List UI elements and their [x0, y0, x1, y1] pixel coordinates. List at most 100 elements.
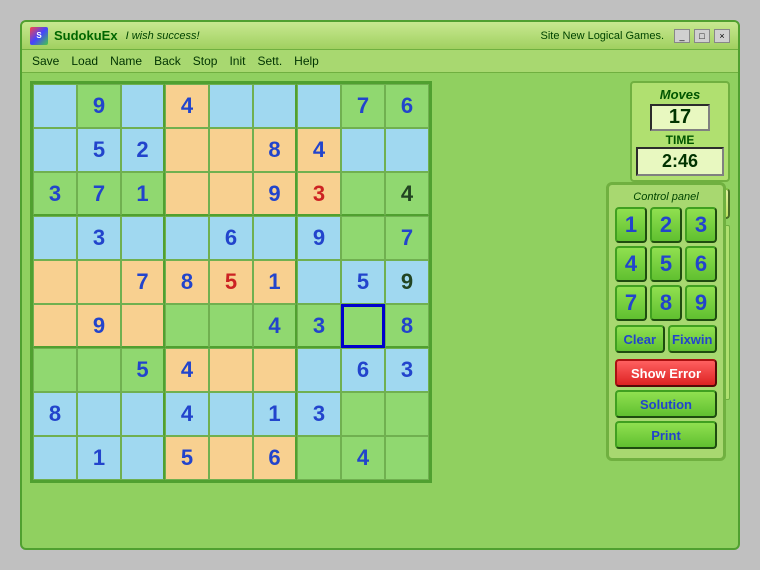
cell-8-0[interactable] [33, 436, 77, 480]
cell-3-0[interactable] [33, 216, 77, 260]
cell-8-7[interactable]: 4 [341, 436, 385, 480]
cell-6-7[interactable]: 6 [341, 348, 385, 392]
cell-5-3[interactable] [165, 304, 209, 348]
cell-1-5[interactable]: 8 [253, 128, 297, 172]
cell-7-1[interactable] [77, 392, 121, 436]
cell-5-0[interactable] [33, 304, 77, 348]
cell-1-8[interactable] [385, 128, 429, 172]
cell-8-1[interactable]: 1 [77, 436, 121, 480]
maximize-button[interactable]: □ [694, 29, 710, 43]
cell-6-4[interactable] [209, 348, 253, 392]
cell-8-2[interactable] [121, 436, 165, 480]
cell-4-5[interactable]: 1 [253, 260, 297, 304]
cell-0-2[interactable] [121, 84, 165, 128]
cell-5-7[interactable] [341, 304, 385, 348]
number-button-8[interactable]: 8 [650, 285, 682, 321]
cell-3-1[interactable]: 3 [77, 216, 121, 260]
menu-init[interactable]: Init [229, 54, 245, 68]
solution-button[interactable]: Solution [615, 390, 717, 418]
cell-8-3[interactable]: 5 [165, 436, 209, 480]
cell-7-2[interactable] [121, 392, 165, 436]
cell-8-4[interactable] [209, 436, 253, 480]
cell-2-3[interactable] [165, 172, 209, 216]
menu-name[interactable]: Name [110, 54, 142, 68]
cell-2-0[interactable]: 3 [33, 172, 77, 216]
cell-8-5[interactable]: 6 [253, 436, 297, 480]
cell-6-6[interactable] [297, 348, 341, 392]
number-button-7[interactable]: 7 [615, 285, 647, 321]
cell-5-2[interactable] [121, 304, 165, 348]
menu-settings[interactable]: Sett. [257, 54, 282, 68]
cell-7-7[interactable] [341, 392, 385, 436]
number-button-5[interactable]: 5 [650, 246, 682, 282]
menu-stop[interactable]: Stop [193, 54, 218, 68]
cell-2-8[interactable]: 4 [385, 172, 429, 216]
cell-3-7[interactable] [341, 216, 385, 260]
cell-1-1[interactable]: 5 [77, 128, 121, 172]
cell-3-6[interactable]: 9 [297, 216, 341, 260]
cell-6-2[interactable]: 5 [121, 348, 165, 392]
clear-button[interactable]: Clear [615, 325, 665, 353]
cell-5-5[interactable]: 4 [253, 304, 297, 348]
cell-3-8[interactable]: 7 [385, 216, 429, 260]
cell-2-1[interactable]: 7 [77, 172, 121, 216]
cell-0-0[interactable] [33, 84, 77, 128]
cell-1-0[interactable] [33, 128, 77, 172]
cell-0-5[interactable] [253, 84, 297, 128]
cell-4-6[interactable] [297, 260, 341, 304]
cell-8-8[interactable] [385, 436, 429, 480]
cell-5-8[interactable]: 8 [385, 304, 429, 348]
number-button-6[interactable]: 6 [685, 246, 717, 282]
cell-0-8[interactable]: 6 [385, 84, 429, 128]
cell-3-3[interactable] [165, 216, 209, 260]
number-button-4[interactable]: 4 [615, 246, 647, 282]
cell-5-6[interactable]: 3 [297, 304, 341, 348]
print-button[interactable]: Print [615, 421, 717, 449]
number-button-1[interactable]: 1 [615, 207, 647, 243]
cell-1-3[interactable] [165, 128, 209, 172]
fixwin-button[interactable]: Fixwin [668, 325, 718, 353]
cell-7-5[interactable]: 1 [253, 392, 297, 436]
cell-7-6[interactable]: 3 [297, 392, 341, 436]
cell-1-4[interactable] [209, 128, 253, 172]
cell-7-3[interactable]: 4 [165, 392, 209, 436]
cell-3-2[interactable] [121, 216, 165, 260]
menu-back[interactable]: Back [154, 54, 181, 68]
cell-1-7[interactable] [341, 128, 385, 172]
cell-7-4[interactable] [209, 392, 253, 436]
cell-6-1[interactable] [77, 348, 121, 392]
cell-0-7[interactable]: 7 [341, 84, 385, 128]
cell-4-1[interactable] [77, 260, 121, 304]
cell-3-5[interactable] [253, 216, 297, 260]
cell-4-3[interactable]: 8 [165, 260, 209, 304]
cell-6-5[interactable] [253, 348, 297, 392]
cell-2-4[interactable] [209, 172, 253, 216]
cell-1-2[interactable]: 2 [121, 128, 165, 172]
menu-save[interactable]: Save [32, 54, 59, 68]
cell-4-8[interactable]: 9 [385, 260, 429, 304]
cell-0-4[interactable] [209, 84, 253, 128]
cell-4-2[interactable]: 7 [121, 260, 165, 304]
menu-load[interactable]: Load [71, 54, 98, 68]
show-error-button[interactable]: Show Error [615, 359, 717, 387]
cell-2-6[interactable]: 3 [297, 172, 341, 216]
number-button-9[interactable]: 9 [685, 285, 717, 321]
cell-4-7[interactable]: 5 [341, 260, 385, 304]
menu-help[interactable]: Help [294, 54, 319, 68]
cell-0-3[interactable]: 4 [165, 84, 209, 128]
cell-5-1[interactable]: 9 [77, 304, 121, 348]
cell-0-6[interactable] [297, 84, 341, 128]
number-button-3[interactable]: 3 [685, 207, 717, 243]
cell-1-6[interactable]: 4 [297, 128, 341, 172]
cell-6-8[interactable]: 3 [385, 348, 429, 392]
cell-4-4[interactable]: 5 [209, 260, 253, 304]
number-button-2[interactable]: 2 [650, 207, 682, 243]
cell-2-2[interactable]: 1 [121, 172, 165, 216]
cell-0-1[interactable]: 9 [77, 84, 121, 128]
cell-6-0[interactable] [33, 348, 77, 392]
cell-6-3[interactable]: 4 [165, 348, 209, 392]
cell-8-6[interactable] [297, 436, 341, 480]
close-button[interactable]: × [714, 29, 730, 43]
cell-2-7[interactable] [341, 172, 385, 216]
cell-2-5[interactable]: 9 [253, 172, 297, 216]
